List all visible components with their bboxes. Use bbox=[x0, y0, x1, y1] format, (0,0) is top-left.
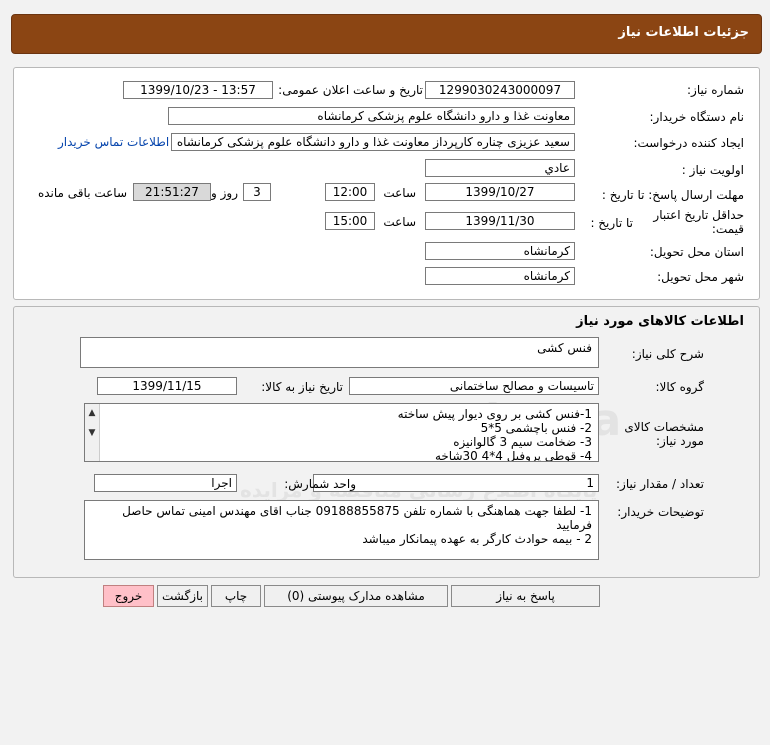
days-field: 3 bbox=[243, 183, 271, 201]
creator-label: ایجاد کننده درخواست: bbox=[633, 136, 744, 150]
specs-field[interactable]: ▲ ▼ 1-فنس کشی بر روی دیوار پیش ساخته 2- … bbox=[84, 403, 599, 462]
validity-date-field: 1399/11/30 bbox=[425, 212, 575, 230]
province-field: کرمانشاه bbox=[425, 242, 575, 260]
remaining-time-field: 21:51:27 bbox=[133, 183, 211, 201]
need-number-field: 1299030243000097 bbox=[425, 81, 575, 99]
spec-line: 1-فنس کشی بر روی دیوار پیش ساخته bbox=[397, 407, 592, 421]
notes-field: 1- لطفا جهت هماهنگی با شماره تلفن 091888… bbox=[84, 500, 599, 560]
goods-section-title: اطلاعات کالاهای مورد نیاز bbox=[576, 314, 744, 329]
print-button[interactable]: چاپ bbox=[211, 585, 261, 607]
summary-label: شرح کلی نیاز: bbox=[631, 347, 704, 361]
buyer-org-label: نام دستگاه خریدار: bbox=[649, 110, 745, 124]
deadline-time-field: 12:00 bbox=[325, 183, 375, 201]
qty-label: تعداد / مقدار نیاز: bbox=[616, 477, 704, 491]
priority-label: اولویت نیاز : bbox=[681, 163, 744, 177]
need-number-label: شماره نیاز: bbox=[687, 83, 744, 97]
validity-time-field: 15:00 bbox=[325, 212, 375, 230]
city-field: کرمانشاه bbox=[425, 267, 575, 285]
spec-line: 4- قوطی پروفیل 4*4 30شاخه bbox=[434, 449, 592, 462]
deadline-time-label: ساعت bbox=[383, 186, 416, 200]
validity-time-label: ساعت bbox=[383, 215, 416, 229]
note-line: 1- لطفا جهت هماهنگی با شماره تلفن 091888… bbox=[122, 504, 592, 532]
priority-field: عادي bbox=[425, 159, 575, 177]
scroll-down-icon[interactable]: ▼ bbox=[85, 426, 99, 440]
goods-group-field: تاسیسات و مصالح ساختمانی bbox=[349, 377, 599, 395]
spec-line: 3- ضخامت سیم 3 گالوانیزه bbox=[453, 435, 592, 449]
announce-label: تاریخ و ساعت اعلان عمومی: bbox=[278, 83, 423, 97]
announce-field: 1399/10/23 - 13:57 bbox=[123, 81, 273, 99]
specs-scrollbar[interactable]: ▲ ▼ bbox=[85, 404, 100, 461]
need-info-panel bbox=[13, 67, 760, 300]
contact-buyer-link[interactable]: اطلاعات تماس خریدار bbox=[58, 135, 169, 149]
page-header: جزئیات اطلاعات نیاز bbox=[11, 14, 762, 54]
unit-label: واحد شمارش: bbox=[284, 477, 356, 491]
buyer-org-field: معاونت غذا و دارو دانشگاه علوم پزشکی کرم… bbox=[168, 107, 575, 125]
page-title: جزئیات اطلاعات نیاز bbox=[618, 25, 749, 40]
deadline-label: مهلت ارسال پاسخ: تا تاریخ : bbox=[601, 188, 744, 202]
unit-field: اجرا bbox=[94, 474, 237, 492]
attachments-button[interactable]: مشاهده مدارک پیوستی (0) bbox=[264, 585, 448, 607]
note-line: 2 - بیمه حوادث کارگر به عهده پیمانکار می… bbox=[362, 532, 592, 546]
specs-label: مشخصات کالای مورد نیاز: bbox=[624, 420, 704, 448]
summary-text: فنس کشی bbox=[537, 341, 592, 355]
reply-button[interactable]: پاسخ به نیاز bbox=[451, 585, 600, 607]
province-label: استان محل تحویل: bbox=[649, 245, 744, 259]
validity-to-label: تا تاریخ : bbox=[590, 216, 633, 230]
creator-field: سعید عزیزی چناره کارپرداز معاونت غذا و د… bbox=[171, 133, 575, 151]
need-date-field: 1399/11/15 bbox=[97, 377, 237, 395]
days-label: روز و bbox=[211, 186, 238, 200]
notes-label: توضیحات خریدار: bbox=[617, 505, 704, 519]
back-button[interactable]: بازگشت bbox=[157, 585, 208, 607]
scroll-up-icon[interactable]: ▲ bbox=[85, 406, 99, 420]
need-date-label: تاریخ نیاز به کالا: bbox=[261, 380, 343, 394]
deadline-date-field: 1399/10/27 bbox=[425, 183, 575, 201]
remaining-label: ساعت باقی مانده bbox=[37, 186, 127, 200]
exit-button[interactable]: خروج bbox=[103, 585, 154, 607]
summary-field: فنس کشی bbox=[80, 337, 599, 368]
validity-label: حداقل تاریخ اعتبار قیمت: bbox=[653, 208, 744, 236]
spec-line: 2- فنس باچشمی 5*5 bbox=[480, 421, 592, 435]
city-label: شهر محل تحویل: bbox=[657, 270, 744, 284]
goods-group-label: گروه کالا: bbox=[655, 380, 705, 394]
